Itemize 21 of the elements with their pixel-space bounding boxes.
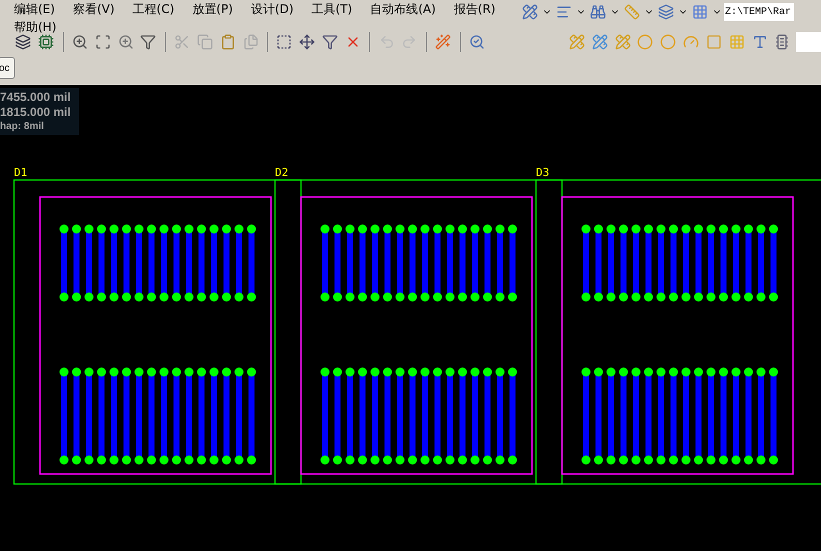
coordinate-text: hap: 8mil <box>0 120 45 133</box>
designator-label: D1 <box>14 166 28 179</box>
coordinate-text: 7455.000 mil <box>0 90 71 105</box>
menu-item[interactable]: 察看(V) <box>72 0 115 18</box>
designator-label: D2 <box>275 166 288 179</box>
menu-item[interactable]: 工程(C) <box>132 0 174 18</box>
move-icon[interactable] <box>298 32 317 52</box>
menu-item[interactable]: 工具(T) <box>312 0 352 18</box>
menu-item[interactable]: 帮助(H) <box>14 18 56 36</box>
menu-item[interactable]: 放置(P) <box>192 0 233 18</box>
layers-icon[interactable] <box>14 32 33 52</box>
chip-icon[interactable] <box>36 32 56 52</box>
coordinate-text: 1815.000 mil <box>0 105 71 120</box>
designator-label: D3 <box>536 166 550 179</box>
path-field[interactable]: Z:\TEMP\Rar <box>724 3 794 21</box>
menu-item[interactable]: 自动布线(A) <box>370 0 436 18</box>
menu-item[interactable]: 编辑(E) <box>14 0 55 18</box>
menu-item[interactable]: 报告(R) <box>454 0 496 18</box>
menu-item[interactable]: 设计(D) <box>250 0 294 18</box>
wand-icon[interactable] <box>434 32 452 52</box>
input-field[interactable] <box>796 32 821 52</box>
